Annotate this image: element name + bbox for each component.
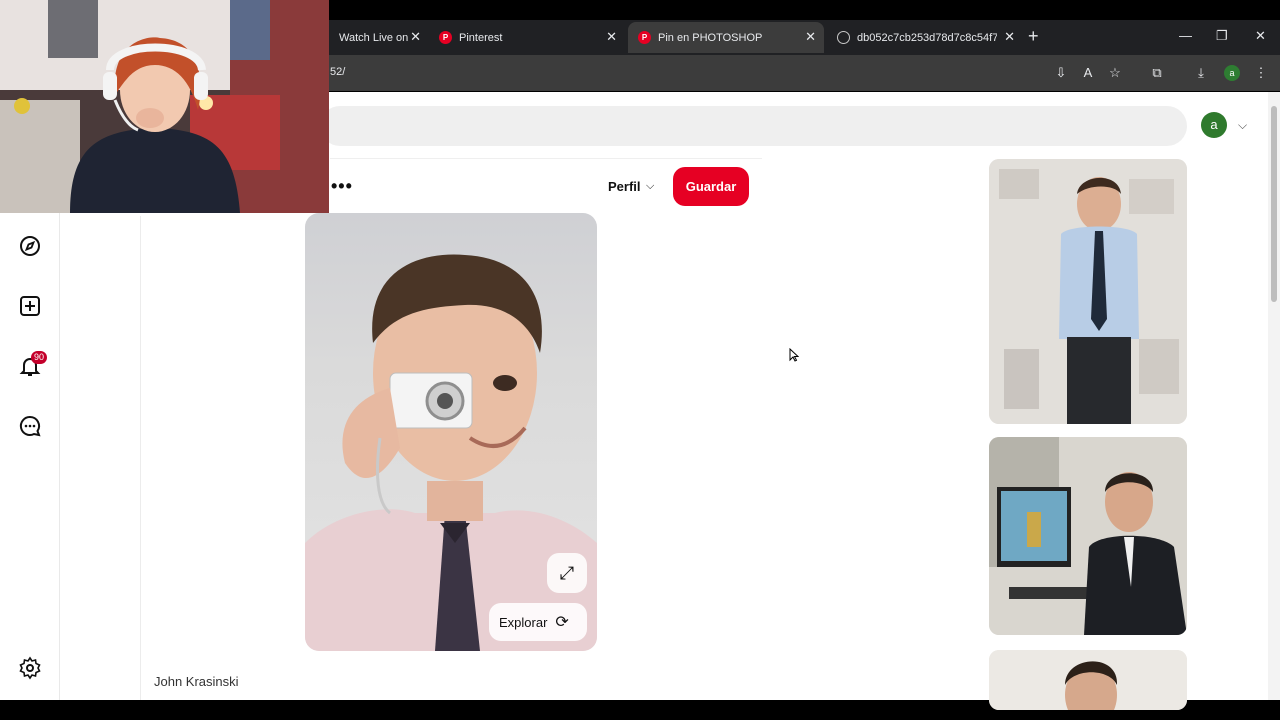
restore-icon[interactable]: ❐ bbox=[1216, 28, 1228, 44]
bookmark-star-icon[interactable]: ☆ bbox=[1106, 64, 1124, 82]
minimize-icon[interactable]: — bbox=[1179, 28, 1192, 43]
avatar[interactable]: a bbox=[1201, 112, 1227, 138]
tab-pinterest[interactable]: P Pinterest ✕ bbox=[429, 22, 625, 53]
tab-pin-photoshop[interactable]: P Pin en PHOTOSHOP ✕ bbox=[628, 22, 824, 53]
related-pin[interactable] bbox=[989, 437, 1187, 635]
window-close-icon[interactable]: ✕ bbox=[1255, 28, 1266, 44]
divider bbox=[330, 158, 762, 159]
pin-caption: John Krasinski bbox=[154, 674, 239, 689]
close-icon[interactable]: ✕ bbox=[805, 30, 816, 44]
search-input[interactable] bbox=[320, 106, 1187, 146]
board-select[interactable]: Perfil bbox=[608, 179, 641, 194]
download-icon[interactable]: ⤓ bbox=[1192, 64, 1210, 82]
globe-icon bbox=[837, 31, 850, 44]
url-text[interactable]: 52/ bbox=[330, 66, 345, 78]
visual-search-icon: ⟳ bbox=[555, 614, 569, 631]
gear-icon[interactable] bbox=[18, 656, 42, 680]
notification-badge: 90 bbox=[31, 351, 47, 364]
compass-icon[interactable] bbox=[18, 234, 42, 258]
tab-watch-live[interactable]: Watch Live on ✕ bbox=[329, 22, 429, 53]
chat-icon[interactable] bbox=[18, 414, 42, 438]
expand-icon[interactable]: ⤢ bbox=[547, 553, 587, 593]
chevron-down-icon[interactable]: ⌵ bbox=[646, 180, 654, 193]
tab-title: db052c7cb253d78d7c8c54f7b0 bbox=[857, 31, 997, 44]
explore-label: Explorar bbox=[499, 614, 548, 630]
divider bbox=[140, 216, 141, 700]
close-icon[interactable]: ✕ bbox=[410, 30, 421, 44]
explore-button[interactable]: Explorar ⟳ bbox=[489, 603, 587, 641]
browser-menu-icon[interactable]: ⋮ bbox=[1252, 64, 1270, 82]
translate-icon[interactable]: A bbox=[1079, 64, 1097, 82]
close-icon[interactable]: ✕ bbox=[606, 30, 617, 44]
extensions-icon[interactable]: ⧉ bbox=[1148, 64, 1166, 82]
install-app-icon[interactable]: ⇩ bbox=[1052, 64, 1070, 82]
close-icon[interactable]: ✕ bbox=[1004, 30, 1015, 44]
related-pin[interactable] bbox=[989, 159, 1187, 424]
tab-title: Pin en PHOTOSHOP bbox=[658, 31, 763, 44]
browser-profile-avatar[interactable]: a bbox=[1224, 65, 1240, 81]
tab-title: Pinterest bbox=[459, 31, 503, 44]
scrollbar-thumb[interactable] bbox=[1271, 106, 1277, 302]
tab-title: Watch Live on bbox=[339, 31, 409, 44]
plus-square-icon[interactable] bbox=[18, 294, 42, 318]
webcam-overlay bbox=[0, 0, 329, 213]
more-options-button[interactable]: ••• bbox=[331, 176, 353, 197]
save-button[interactable]: Guardar bbox=[673, 167, 749, 206]
chevron-down-icon[interactable]: ⌵ bbox=[1238, 118, 1247, 133]
screen: Watch Live on ✕ P Pinterest ✕ P Pin en P… bbox=[0, 0, 1280, 720]
related-pin[interactable] bbox=[989, 650, 1187, 710]
tab-db052[interactable]: db052c7cb253d78d7c8c54f7b0 ✕ bbox=[827, 22, 1023, 53]
new-tab-icon[interactable]: + bbox=[1028, 26, 1039, 46]
pinterest-icon: P bbox=[638, 31, 651, 44]
mouse-cursor-icon bbox=[789, 347, 800, 367]
pinterest-icon: P bbox=[439, 31, 452, 44]
